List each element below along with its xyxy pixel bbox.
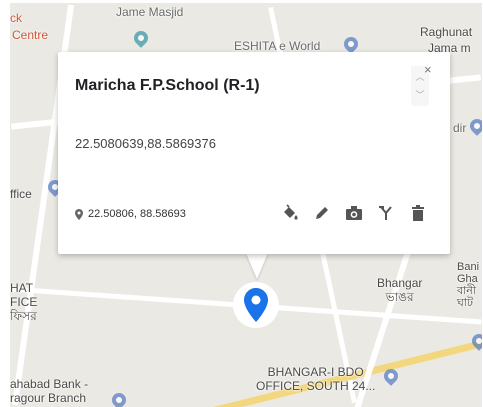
coordinates-text: 22.5080639,88.5869376 — [75, 136, 216, 151]
map-label: ahabad Bank - ragour Branch — [10, 377, 89, 405]
map-label: Centre — [12, 28, 49, 42]
map-label: ffice — [10, 187, 32, 201]
coordinates-short: 22.50806, 88.58693 — [88, 208, 186, 220]
camera-icon — [346, 206, 362, 220]
paint-bucket-icon — [284, 204, 298, 220]
map-label: Bhangar ভাঙর — [377, 276, 423, 304]
popup-toolbar — [280, 201, 428, 225]
map-label: ESHITA e World — [234, 39, 321, 53]
location-pin-icon — [75, 208, 83, 220]
map-label: ck — [10, 11, 22, 25]
place-icon[interactable] — [109, 390, 129, 407]
add-photo-button[interactable] — [344, 203, 364, 223]
map-label: Jame Masjid — [116, 5, 184, 19]
location-pin-icon[interactable] — [244, 288, 268, 322]
place-icon[interactable] — [467, 116, 482, 136]
pencil-icon — [316, 207, 328, 219]
map-label: dir — [453, 121, 467, 135]
edit-button[interactable] — [312, 203, 332, 223]
place-icon[interactable] — [341, 34, 361, 54]
map-label: BHANGAR-I BDO OFFICE, SOUTH 24... — [256, 365, 376, 393]
place-title: Maricha F.P.School (R-1) — [75, 77, 260, 94]
coordinates-footer: 22.50806, 88.58693 — [75, 208, 186, 220]
place-icon[interactable] — [131, 28, 151, 48]
trash-icon — [412, 205, 424, 221]
popup-tail — [246, 253, 268, 279]
style-button[interactable] — [280, 203, 300, 223]
chevron-down-icon[interactable]: ﹀ — [415, 90, 425, 100]
directions-button[interactable] — [376, 203, 396, 223]
directions-fork-icon — [379, 206, 392, 220]
close-icon[interactable]: × — [424, 63, 436, 76]
map-label: Bani Gha বানী ঘাট — [457, 261, 480, 309]
map-label: Raghunat — [420, 25, 473, 39]
delete-button[interactable] — [408, 203, 428, 223]
info-popup: Maricha F.P.School (R-1) ︿ ﹀ × 22.508063… — [58, 52, 450, 254]
map-label: HAT FICE ফিসর — [10, 281, 38, 323]
